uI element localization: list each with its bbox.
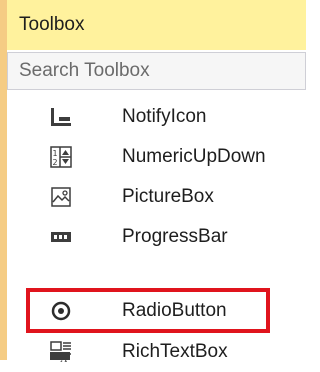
toolbox-item-radiobutton[interactable]: RadioButton: [7, 291, 306, 331]
item-label: RadioButton: [122, 300, 227, 321]
toolbox-panel: Toolbox NotifyIcon 1 2 NumericUpDown: [0, 0, 306, 363]
item-label: NotifyIcon: [122, 106, 207, 127]
item-label: RichTextBox: [122, 341, 228, 362]
numericupdown-icon: 1 2: [50, 146, 72, 168]
panel-left-border: [0, 0, 7, 360]
notifyicon-icon: [51, 108, 71, 126]
svg-text:1: 1: [53, 149, 58, 158]
picturebox-icon: [51, 187, 71, 207]
item-label: PictureBox: [122, 186, 214, 207]
progressbar-icon: [51, 232, 71, 242]
item-label: NumericUpDown: [122, 146, 266, 167]
toolbox-item-numericupdown[interactable]: 1 2 NumericUpDown: [7, 137, 306, 177]
toolbox-item-progressbar[interactable]: ProgressBar: [7, 217, 306, 257]
item-label: ProgressBar: [122, 226, 228, 247]
search-input[interactable]: [8, 53, 305, 89]
toolbox-item-notifyicon[interactable]: NotifyIcon: [7, 97, 306, 137]
toolbox-title: Toolbox: [7, 0, 306, 50]
radiobutton-icon: [51, 301, 71, 321]
svg-text:2: 2: [53, 158, 58, 167]
toolbox-item-picturebox[interactable]: PictureBox: [7, 177, 306, 217]
next-item-icon-partial: [50, 352, 70, 360]
search-box[interactable]: [7, 52, 306, 90]
